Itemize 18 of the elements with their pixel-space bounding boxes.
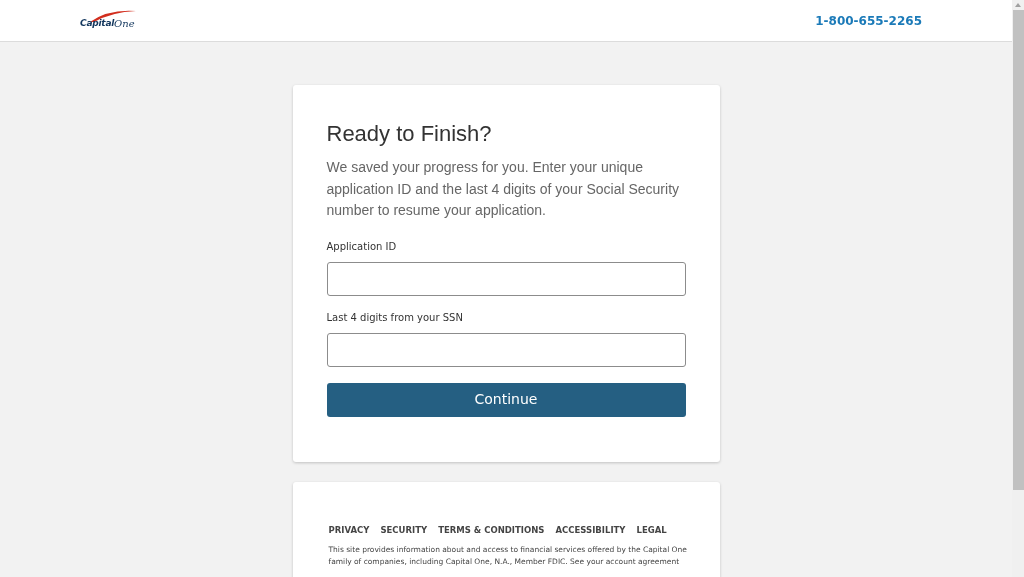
logo-text: Capital xyxy=(80,17,115,30)
footer-link[interactable]: TERMS & CONDITIONS xyxy=(438,524,545,537)
field-label: Last 4 digits from your SSN xyxy=(326,310,464,325)
logo-text: One xyxy=(114,16,135,31)
intro-text: We saved your progress for you. Enter your unique application ID and the last 4 digits of your Social Security number to resume your application. xyxy=(326,158,681,220)
phone-link[interactable]: 1-800-655-2265 xyxy=(815,11,922,30)
scroll-thumb[interactable] xyxy=(1012,10,1024,490)
scrollbar[interactable] xyxy=(1012,0,1024,577)
footer-link[interactable]: LEGAL xyxy=(636,524,667,537)
logo[interactable]: CapitalOne xyxy=(80,10,135,31)
footer-link[interactable]: SECURITY xyxy=(380,524,428,537)
footer-link[interactable]: ACCESSIBILITY xyxy=(555,524,626,537)
input-field[interactable] xyxy=(326,261,686,296)
field-label: Application ID xyxy=(326,239,398,254)
form-title: Ready to Finish? xyxy=(326,120,493,148)
continue-button[interactable]: Continue xyxy=(326,382,686,417)
footer-link[interactable]: PRIVACY xyxy=(328,524,370,537)
input-field[interactable] xyxy=(326,332,686,367)
